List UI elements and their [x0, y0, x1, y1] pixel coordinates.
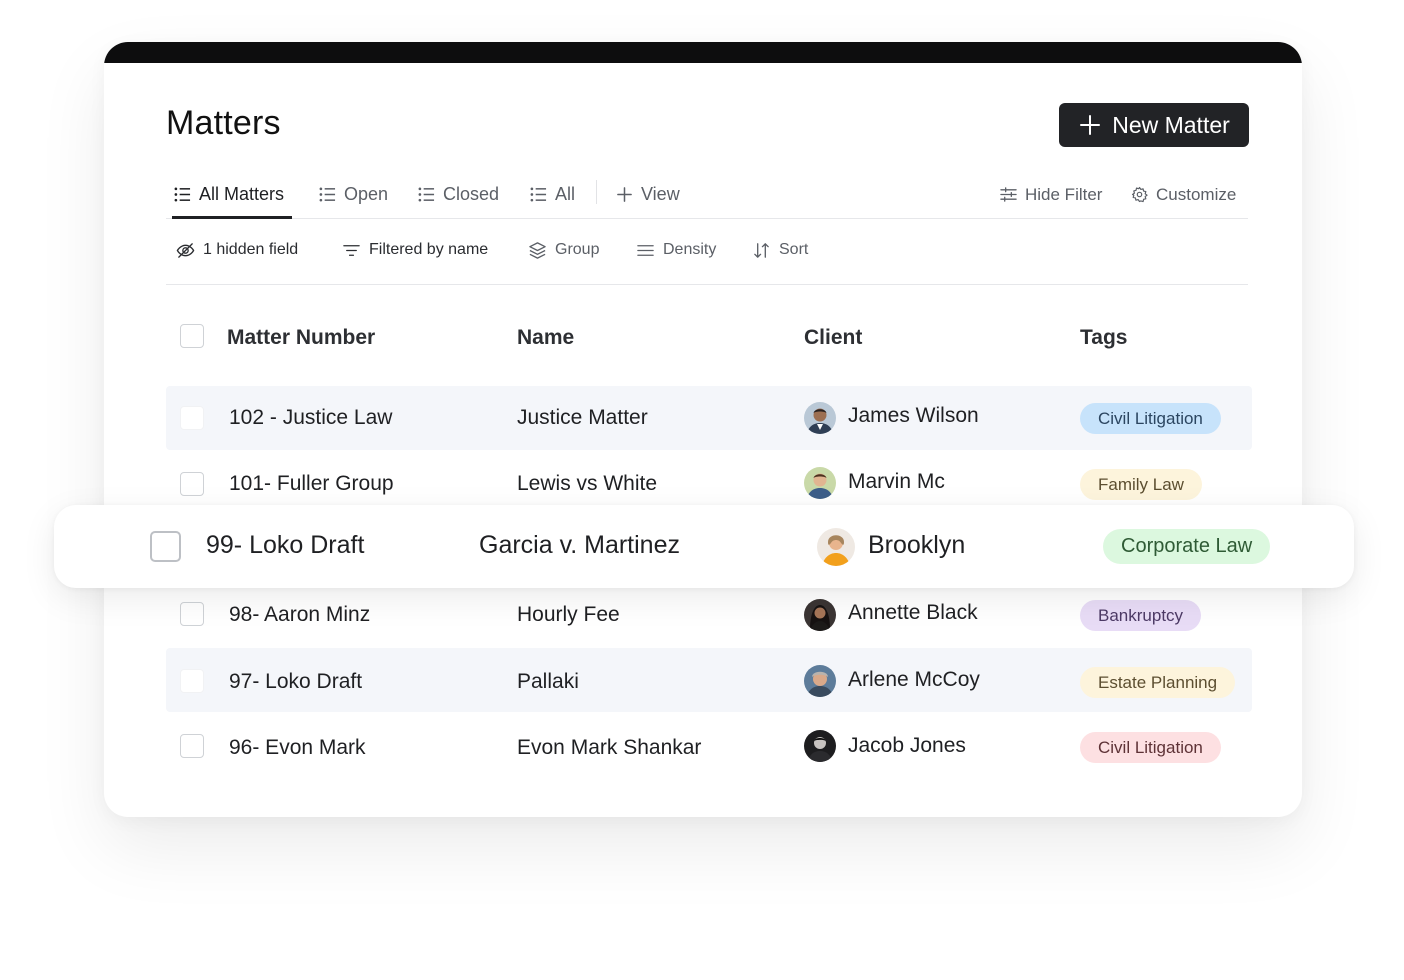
- matter-number: 98- Aaron Minz: [229, 603, 371, 626]
- hide-filter-label: Hide Filter: [1025, 184, 1103, 204]
- table-row[interactable]: 97- Loko Draft Pallaki Arlene McCoy Esta…: [166, 648, 1252, 712]
- list-icon: [530, 187, 547, 202]
- client-avatar: [804, 402, 836, 434]
- matter-number: 97- Loko Draft: [229, 670, 363, 693]
- plus-icon: [1080, 115, 1101, 135]
- plus-icon: [617, 187, 632, 202]
- client-avatar: [804, 730, 836, 762]
- sort-label: Sort: [779, 241, 809, 258]
- hidden-field-button[interactable]: 1 hidden field: [176, 238, 298, 262]
- client-name[interactable]: Annette Black: [848, 601, 978, 625]
- table-row[interactable]: 98- Aaron Minz Hourly Fee Annette Black …: [166, 585, 1252, 649]
- customize-button[interactable]: Customize: [1131, 172, 1236, 217]
- window-top-bar: [104, 42, 1302, 63]
- tab-label: Closed: [443, 184, 500, 204]
- new-matter-button[interactable]: New Matter: [1059, 103, 1249, 147]
- tag-badge: Corporate Law: [1103, 529, 1271, 564]
- column-name[interactable]: Name: [517, 326, 574, 350]
- list-icon: [418, 187, 435, 202]
- tab-closed[interactable]: Closed: [418, 172, 499, 217]
- matter-number: 99- Loko Draft: [206, 531, 365, 559]
- view-tabs: All Matters Open Closed All View Hide Fi…: [166, 172, 1248, 219]
- client-avatar: [804, 599, 836, 631]
- filter-sliders-icon: [1000, 187, 1017, 202]
- tag-badge: Civil Litigation: [1080, 732, 1221, 763]
- tag-badge: Family Law: [1080, 469, 1202, 500]
- hidden-field-label: 1 hidden field: [203, 241, 299, 258]
- tab-label: All Matters: [199, 184, 285, 204]
- list-icon: [319, 187, 336, 202]
- table-row[interactable]: 102 - Justice Law Justice Matter James W…: [166, 386, 1252, 450]
- layers-icon: [529, 241, 546, 259]
- client-name[interactable]: Brooklyn: [868, 531, 965, 560]
- row-checkbox[interactable]: [180, 734, 204, 758]
- tag-badge: Civil Litigation: [1080, 403, 1221, 434]
- client-name[interactable]: Jacob Jones: [848, 734, 966, 758]
- select-all-checkbox[interactable]: [180, 324, 204, 348]
- gear-icon: [1131, 186, 1148, 203]
- column-matter-number[interactable]: Matter Number: [227, 326, 375, 350]
- matter-name: Pallaki: [517, 670, 579, 693]
- hide-filter-button[interactable]: Hide Filter: [1000, 172, 1102, 217]
- row-checkbox[interactable]: [180, 669, 204, 693]
- client-avatar: [817, 528, 855, 566]
- column-tags[interactable]: Tags: [1080, 326, 1127, 350]
- tag-badge: Bankruptcy: [1080, 600, 1202, 631]
- matter-name: Lewis vs White: [517, 472, 658, 495]
- client-name[interactable]: Marvin Mc: [848, 470, 945, 494]
- column-client[interactable]: Client: [804, 326, 862, 350]
- customize-label: Customize: [1156, 184, 1237, 204]
- list-icon: [174, 187, 191, 202]
- matter-name: Justice Matter: [517, 406, 648, 429]
- tab-add-view[interactable]: View: [616, 172, 680, 217]
- tag-badge: Estate Planning: [1080, 667, 1236, 698]
- matter-name: Garcia v. Martinez: [479, 531, 680, 559]
- matter-number: 96- Evon Mark: [229, 736, 366, 759]
- matter-name: Hourly Fee: [517, 603, 620, 626]
- client-name[interactable]: James Wilson: [848, 404, 979, 428]
- tab-label: View: [641, 184, 680, 204]
- matter-number: 101- Fuller Group: [229, 472, 394, 495]
- row-checkbox[interactable]: [180, 602, 204, 626]
- table-row-dragged[interactable]: 99- Loko Draft Garcia v. Martinez Brookl…: [54, 505, 1354, 588]
- matter-name: Evon Mark Shankar: [517, 736, 702, 759]
- row-checkbox[interactable]: [180, 472, 204, 496]
- tab-label: Open: [344, 184, 389, 204]
- tab-label: All: [555, 184, 576, 204]
- tab-all-matters[interactable]: All Matters: [171, 172, 293, 219]
- row-checkbox[interactable]: [150, 531, 181, 562]
- filter-icon: [343, 244, 360, 256]
- table-row[interactable]: 96- Evon Mark Evon Mark Shankar Jacob Jo…: [166, 713, 1252, 777]
- density-button[interactable]: Density: [636, 238, 716, 262]
- group-button[interactable]: Group: [528, 238, 599, 262]
- filter-button[interactable]: Filtered by name: [342, 238, 488, 262]
- tab-divider: [596, 180, 597, 204]
- client-avatar: [804, 467, 836, 499]
- sort-button[interactable]: Sort: [752, 238, 808, 262]
- client-avatar: [804, 665, 836, 697]
- matter-number: 102 - Justice Law: [229, 406, 393, 429]
- tab-open[interactable]: Open: [319, 172, 388, 217]
- new-matter-label: New Matter: [1112, 111, 1230, 138]
- client-name[interactable]: Arlene McCoy: [848, 668, 980, 692]
- density-icon: [637, 244, 654, 256]
- table-toolbar: 1 hidden field Filtered by name Group De…: [166, 238, 1248, 285]
- eye-off-icon: [176, 242, 195, 258]
- tab-all[interactable]: All: [530, 172, 575, 217]
- page-title: Matters: [166, 104, 281, 142]
- density-label: Density: [663, 241, 717, 258]
- filter-label: Filtered by name: [369, 241, 489, 258]
- sort-icon: [754, 242, 769, 258]
- table-header: Matter Number Name Client Tags: [166, 312, 1252, 362]
- matters-card: Matters New Matter All Matters Open Clos…: [104, 42, 1302, 817]
- group-label: Group: [555, 241, 600, 258]
- row-checkbox[interactable]: [180, 406, 204, 430]
